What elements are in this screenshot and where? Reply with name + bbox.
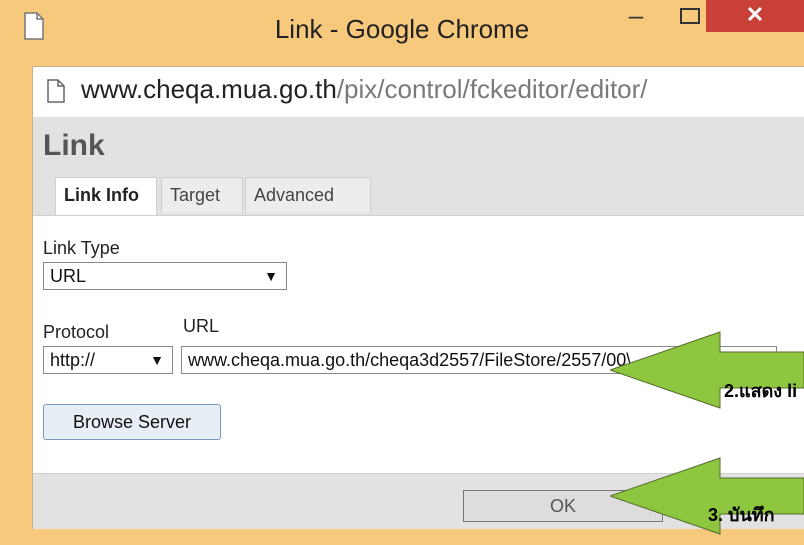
browser-window: Link - Google Chrome – ✕ www.cheqa.mua.g… [0, 0, 804, 545]
address-bar[interactable]: www.cheqa.mua.go.th/pix/control/fckedito… [32, 66, 804, 118]
url-label: URL [183, 316, 220, 336]
maximize-button[interactable] [668, 4, 708, 30]
protocol-value: http:// [50, 350, 96, 370]
callout-label-2: 2.แสดง li [724, 381, 798, 401]
tab-advanced[interactable]: Advanced [245, 177, 371, 213]
dropdown-arrow-icon: ▼ [264, 268, 278, 284]
callout-label-3: 3. บันทึก [708, 505, 775, 525]
close-button[interactable]: ✕ [706, 0, 804, 32]
page-icon [47, 79, 65, 103]
address-path: /pix/control/fckeditor/editor/ [336, 74, 648, 104]
link-type-value: URL [50, 266, 87, 286]
link-type-label: Link Type [43, 238, 120, 258]
address-url: www.cheqa.mua.go.th/pix/control/fckedito… [81, 74, 648, 105]
link-type-select[interactable]: URL ▼ [43, 262, 287, 290]
tab-target[interactable]: Target [161, 177, 243, 213]
protocol-select[interactable]: http:// ▼ [43, 346, 173, 374]
minimize-button[interactable]: – [616, 2, 656, 30]
protocol-label: Protocol [43, 322, 110, 342]
dialog-header: Link Link Info Target Advanced [33, 117, 804, 215]
dialog-title: Link [43, 129, 105, 162]
dropdown-arrow-icon: ▼ [150, 352, 164, 368]
title-bar: Link - Google Chrome – ✕ [0, 0, 804, 60]
maximize-icon [680, 8, 700, 24]
tab-link-info[interactable]: Link Info [55, 177, 157, 215]
address-host: www.cheqa.mua.go.th [81, 74, 337, 104]
callout-arrow-3 [610, 457, 804, 535]
browse-server-button[interactable]: Browse Server [43, 404, 221, 440]
